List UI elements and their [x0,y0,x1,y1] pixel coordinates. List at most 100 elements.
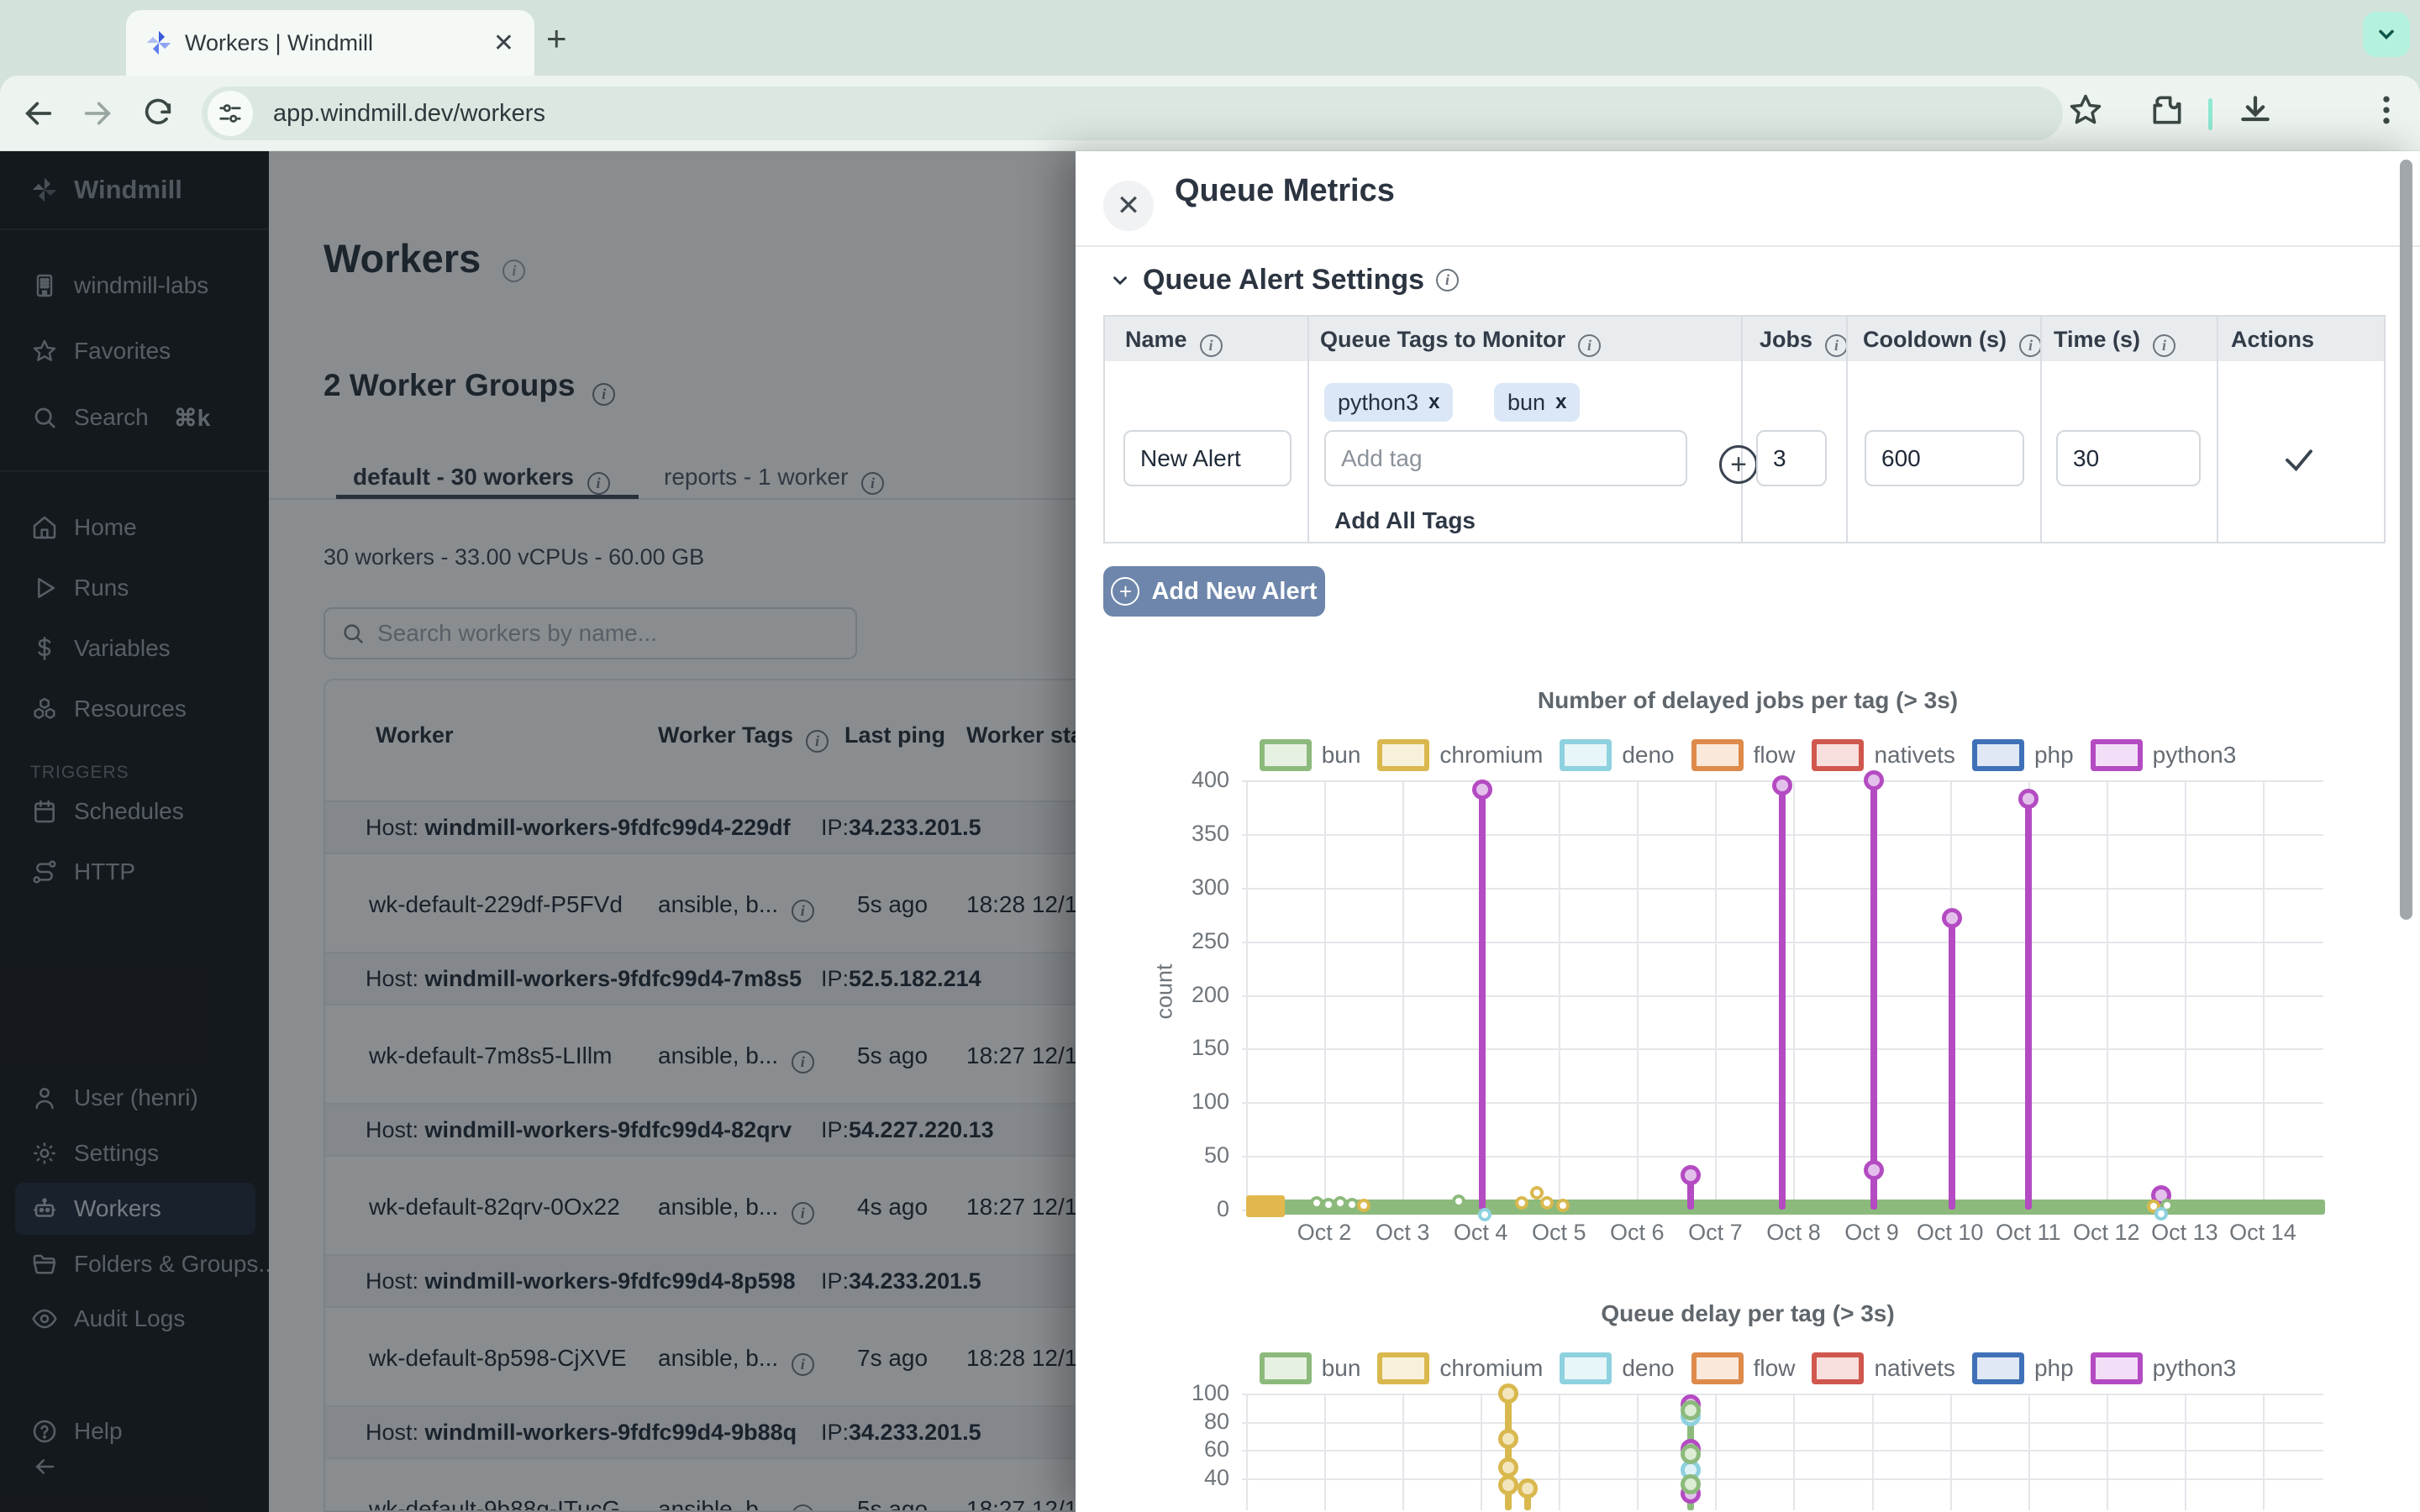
tab-close-icon[interactable]: ✕ [493,29,514,58]
remove-tag-icon[interactable]: x [1555,391,1566,414]
legend-swatch [1560,739,1612,771]
add-new-alert-button[interactable]: + Add New Alert [1103,566,1325,617]
legend-item-flow[interactable]: flow [1691,1352,1796,1384]
confirm-check-icon[interactable] [2281,441,2317,476]
plus-icon: + [1111,577,1139,606]
x-tick: Oct 2 [1297,1220,1352,1246]
browser-toolbar: app.windmill.dev/workers [0,76,2420,151]
tab-title: Workers | Windmill [185,30,493,56]
legend-swatch [1972,739,2024,771]
legend-item-deno[interactable]: deno [1560,1352,1674,1384]
url-text: app.windmill.dev/workers [273,100,545,128]
y-tick: 100 [1162,1089,1229,1115]
column-border [1741,317,1743,542]
alert-table-header: Name i Queue Tags to Monitor i Jobs i Co… [1105,317,2384,361]
legend-label: bun [1322,742,1361,769]
x-tick: Oct 11 [1996,1220,2061,1246]
legend-swatch [1377,739,1429,771]
y-tick: 0 [1162,1196,1229,1222]
alert-name-input[interactable] [1123,430,1292,486]
legend-item-bun[interactable]: bun [1260,739,1361,771]
legend-label: nativets [1874,1355,1955,1382]
legend-item-nativets[interactable]: nativets [1812,739,1955,771]
legend-label: python3 [2153,742,2237,769]
info-icon[interactable]: i [1825,334,1848,357]
legend-item-php[interactable]: php [1972,739,2074,771]
legend-label: php [2034,742,2074,769]
tag-pill-bun[interactable]: bunx [1494,383,1580,422]
browser-menu-icon[interactable] [2368,92,2405,129]
legend-swatch [1691,739,1744,771]
legend-item-deno[interactable]: deno [1560,739,1674,771]
close-icon[interactable]: ✕ [1103,181,1154,231]
column-border [1307,317,1309,542]
downloads-icon[interactable] [2237,92,2274,129]
legend-label: chromium [1439,1355,1543,1382]
legend-item-python3[interactable]: python3 [2091,1352,2237,1384]
legend-item-chromium[interactable]: chromium [1377,1352,1543,1384]
tab-search-chevron[interactable] [2363,12,2410,57]
chart1-title: Number of delayed jobs per tag (> 3s) [1160,687,2336,714]
info-icon[interactable]: i [2153,334,2175,357]
legend-swatch [1812,1352,1864,1384]
alert-settings-table: Name i Queue Tags to Monitor i Jobs i Co… [1103,315,2386,543]
add-tag-input[interactable] [1324,430,1687,486]
queue-alert-settings-header[interactable]: Queue Alert Settings i [1109,264,1459,297]
browser-tab[interactable]: Workers | Windmill ✕ [126,10,534,76]
col-cooldown: Cooldown (s) i [1863,327,2042,357]
toolbar-separator [2208,98,2212,130]
info-icon[interactable]: i [1436,269,1459,291]
section-title: Queue Alert Settings [1143,264,1424,297]
remove-tag-icon[interactable]: x [1428,391,1439,414]
legend-label: python3 [2153,1355,2237,1382]
chart1-legend: bun chromium deno flow nativets php python3 [1160,739,2336,771]
column-border [2217,317,2218,542]
drawer-scrollbar[interactable] [2400,160,2412,920]
x-tick: Oct 3 [1376,1220,1430,1246]
add-tag-button[interactable]: + [1719,445,1758,484]
jobs-input[interactable] [1756,430,1827,486]
chevron-down-icon [1109,270,1131,291]
col-name: Name i [1125,327,1223,357]
chart1-ylabel: count [1152,933,1178,1051]
url-bar[interactable]: app.windmill.dev/workers [202,87,2063,140]
tag-pill-python3[interactable]: python3x [1324,383,1453,422]
drawer-title: Queue Metrics [1175,173,1395,209]
back-button[interactable] [18,93,59,134]
legend-label: chromium [1439,742,1543,769]
legend-label: php [2034,1355,2074,1382]
time-input[interactable] [2056,430,2201,486]
new-tab-button[interactable]: + [546,18,567,59]
info-icon[interactable]: i [1578,334,1601,357]
site-settings-icon[interactable] [208,91,253,136]
legend-item-bun[interactable]: bun [1260,1352,1361,1384]
drawer-backdrop[interactable] [0,151,1076,1512]
add-all-tags-link[interactable]: Add All Tags [1334,507,1476,534]
legend-item-flow[interactable]: flow [1691,739,1796,771]
col-actions: Actions [2231,327,2314,353]
forward-button[interactable] [77,93,118,134]
legend-item-php[interactable]: php [1972,1352,2074,1384]
legend-label: flow [1754,1355,1796,1382]
legend-swatch [1691,1352,1744,1384]
info-icon[interactable]: i [1200,334,1223,357]
x-tick: Oct 10 [1917,1220,1984,1246]
col-jobs: Jobs i [1760,327,1848,357]
legend-swatch [1377,1352,1429,1384]
info-icon[interactable]: i [2019,334,2042,357]
windmill-favicon [145,29,173,57]
extensions-icon[interactable] [2149,92,2186,129]
legend-swatch [2091,1352,2143,1384]
legend-swatch [1972,1352,2024,1384]
x-tick: Oct 4 [1454,1220,1508,1246]
legend-swatch [1260,1352,1312,1384]
bookmark-star-icon[interactable] [2067,92,2104,129]
legend-item-python3[interactable]: python3 [2091,739,2237,771]
y-tick: 300 [1162,874,1229,900]
legend-item-chromium[interactable]: chromium [1377,739,1543,771]
legend-item-nativets[interactable]: nativets [1812,1352,1955,1384]
reload-button[interactable] [138,93,178,134]
cooldown-input[interactable] [1865,430,2024,486]
x-tick: Oct 8 [1766,1220,1821,1246]
x-tick: Oct 12 [2073,1220,2140,1246]
